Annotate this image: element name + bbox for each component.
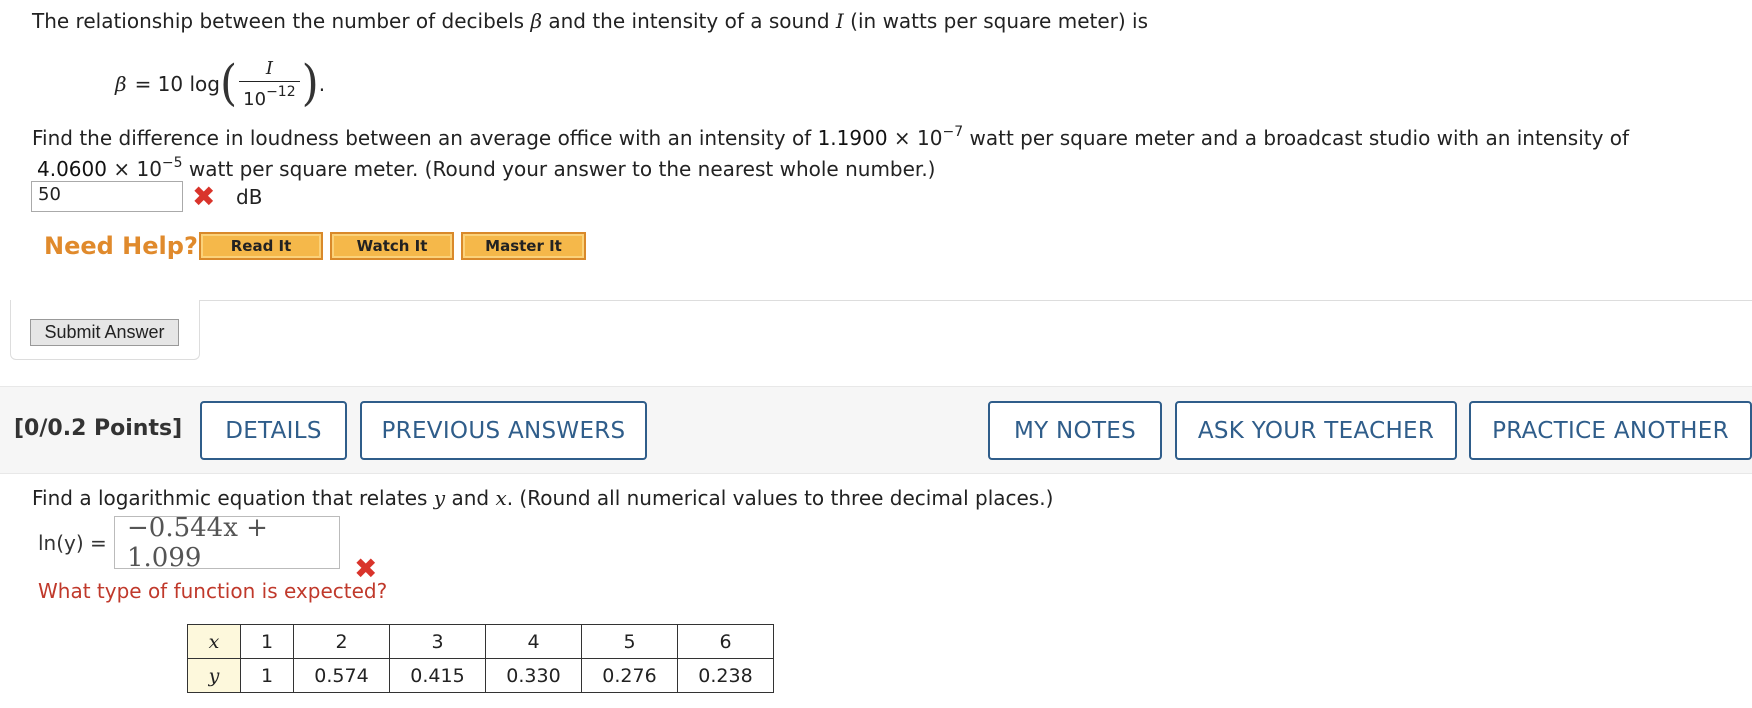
details-button[interactable]: DETAILS bbox=[200, 401, 347, 460]
practice-another-button[interactable]: PRACTICE ANOTHER bbox=[1469, 401, 1752, 460]
fraction-bar bbox=[239, 81, 300, 82]
decibel-answer-input[interactable]: 50 bbox=[31, 181, 183, 212]
x-variable: x bbox=[495, 486, 507, 510]
ask-your-teacher-button[interactable]: ASK YOUR TEACHER bbox=[1175, 401, 1457, 460]
incorrect-x-icon: ✖ bbox=[192, 180, 216, 213]
times-symbol: × bbox=[113, 157, 131, 181]
question-text: Find the difference in loudness between … bbox=[32, 126, 818, 150]
office-intensity-base: 10 bbox=[917, 126, 943, 150]
table-cell: 0.238 bbox=[677, 658, 774, 693]
submit-divider bbox=[200, 300, 1752, 301]
studio-intensity-base: 10 bbox=[136, 157, 162, 181]
fraction-denominator: 10−12 bbox=[239, 84, 299, 110]
table-row-y: y 1 0.574 0.415 0.330 0.276 0.238 bbox=[187, 658, 774, 693]
table-cell: 3 bbox=[389, 624, 486, 659]
question-line-2: 4.0600 × 10−5 watt per square meter. (Ro… bbox=[37, 155, 935, 181]
formula-period: . bbox=[318, 72, 326, 96]
table-cell: 1 bbox=[240, 658, 294, 693]
denominator-exp: −12 bbox=[266, 84, 296, 100]
table-cell: 4 bbox=[485, 624, 582, 659]
table-cell: 5 bbox=[581, 624, 678, 659]
fraction-numerator: I bbox=[265, 58, 273, 79]
studio-intensity-exp: −5 bbox=[161, 155, 183, 171]
beta-symbol: β bbox=[530, 9, 542, 33]
table-row-x: x 1 2 3 4 5 6 bbox=[187, 624, 774, 659]
right-paren: ) bbox=[301, 55, 319, 112]
log-equation-input[interactable]: −0.544x + 1.099 bbox=[114, 513, 340, 573]
decibel-formula: β = 10 log ( I 10−12 ) . bbox=[115, 56, 325, 112]
question-text: watt per square meter and a broadcast st… bbox=[963, 126, 1630, 150]
intensity-symbol: I bbox=[835, 9, 844, 33]
table-cell: 0.415 bbox=[389, 658, 486, 693]
problem2-prompt: Find a logarithmic equation that relates… bbox=[32, 486, 1053, 510]
answer-unit: dB bbox=[236, 185, 263, 209]
prompt-text: Find a logarithmic equation that relates bbox=[32, 486, 434, 510]
formula-eq: = 10 log bbox=[134, 72, 220, 96]
table-cell: 6 bbox=[677, 624, 774, 659]
read-it-button[interactable]: Read It bbox=[199, 232, 323, 260]
table-header-x: x bbox=[187, 624, 241, 659]
table-cell: 1 bbox=[240, 624, 294, 659]
formula-lhs: β bbox=[115, 72, 127, 96]
problem1-intro: The relationship between the number of d… bbox=[32, 9, 1148, 33]
y-variable: y bbox=[433, 486, 446, 510]
prompt-text: . (Round all numerical values to three d… bbox=[506, 486, 1054, 510]
prompt-text: and bbox=[445, 486, 496, 510]
equation-label: ln(y) = bbox=[38, 531, 107, 555]
office-intensity-exp: −7 bbox=[942, 124, 964, 140]
intro-text: and the intensity of a sound bbox=[542, 9, 836, 33]
question-text: watt per square meter. (Round your answe… bbox=[182, 157, 936, 181]
table-cell: 2 bbox=[293, 624, 390, 659]
table-cell: 0.330 bbox=[485, 658, 582, 693]
previous-answers-button[interactable]: PREVIOUS ANSWERS bbox=[360, 401, 647, 460]
table-cell: 0.574 bbox=[293, 658, 390, 693]
master-it-button[interactable]: Master It bbox=[461, 232, 586, 260]
table-header-y: y bbox=[187, 658, 241, 693]
need-help-label: Need Help? bbox=[44, 232, 198, 260]
intro-text: The relationship between the number of d… bbox=[32, 9, 531, 33]
formula-fraction: I 10−12 bbox=[239, 58, 300, 110]
left-paren: ( bbox=[219, 55, 238, 112]
watch-it-button[interactable]: Watch It bbox=[330, 232, 454, 260]
office-intensity-mantissa: 1.1900 bbox=[817, 126, 888, 150]
points-label: [0/0.2 Points] bbox=[14, 416, 183, 441]
studio-intensity-mantissa: 4.0600 bbox=[37, 157, 107, 181]
my-notes-button[interactable]: MY NOTES bbox=[988, 401, 1162, 460]
denominator-base: 10 bbox=[243, 89, 267, 110]
table-cell: 0.276 bbox=[581, 658, 678, 693]
question-line-1: Find the difference in loudness between … bbox=[32, 124, 1629, 150]
times-symbol: × bbox=[893, 126, 911, 150]
submit-answer-button[interactable]: Submit Answer bbox=[30, 319, 179, 346]
data-table: x 1 2 3 4 5 6 y 1 0.574 0.415 0.330 0.27… bbox=[187, 624, 774, 693]
feedback-hint: What type of function is expected? bbox=[38, 579, 388, 603]
intro-text: (in watts per square meter) is bbox=[843, 9, 1149, 33]
